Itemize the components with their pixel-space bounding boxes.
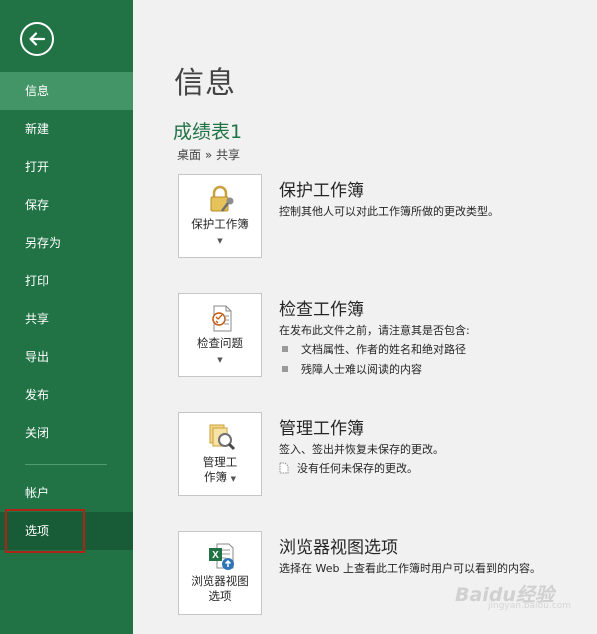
browser-view-title: 浏览器视图选项: [279, 538, 398, 558]
nav-open[interactable]: 打开: [0, 148, 133, 186]
breadcrumb: 桌面 » 共享: [177, 148, 240, 162]
inspect-document-icon: [212, 305, 232, 332]
inspect-desc: 在发布此文件之前，请注意其是否包含:: [279, 324, 470, 337]
protect-button-label: 保护工作簿: [191, 217, 249, 231]
manage-label-line2: 作簿: [203, 470, 227, 484]
nav-new[interactable]: 新建: [0, 110, 133, 148]
browser-view-label-line1: 浏览器视图: [191, 574, 249, 588]
protect-desc: 控制其他人可以对此工作簿所做的更改类型。: [279, 205, 499, 218]
document-name: 成绩表1: [173, 121, 243, 143]
browser-view-label-line2: 选项: [208, 589, 232, 603]
browser-view-desc: 选择在 Web 上查看此工作簿时用户可以看到的内容。: [279, 562, 541, 575]
manage-title: 管理工作簿: [279, 419, 364, 439]
back-arrow-icon: [29, 32, 46, 46]
back-button[interactable]: [20, 22, 54, 56]
backstage-sidebar: 信息 新建 打开 保存 另存为 打印 共享 导出 发布 关闭 帐户 选项: [0, 0, 133, 634]
watermark-url: jingyan.baidu.com: [488, 601, 572, 611]
nav-options[interactable]: 选项: [0, 512, 133, 550]
browser-view-options-button[interactable]: X 浏览器视图 选项: [178, 531, 262, 615]
nav-account[interactable]: 帐户: [0, 474, 133, 512]
manage-label-line1: 管理工: [202, 455, 238, 469]
nav-print[interactable]: 打印: [0, 262, 133, 300]
check-issues-label: 检查问题: [197, 336, 243, 350]
dropdown-caret-icon: ▼: [230, 475, 237, 483]
nav-info[interactable]: 信息: [0, 72, 133, 110]
bullet-icon: [282, 346, 288, 352]
svg-text:X: X: [212, 550, 219, 561]
manage-workbook-button[interactable]: 管理工 作簿 ▼: [178, 412, 262, 496]
nav-publish[interactable]: 发布: [0, 376, 133, 414]
dropdown-caret-icon: ▼: [217, 237, 223, 245]
nav-export[interactable]: 导出: [0, 338, 133, 376]
nav-divider: [25, 464, 107, 465]
dropdown-caret-icon: ▼: [217, 356, 223, 364]
page-title: 信息: [174, 66, 236, 101]
manage-desc: 签入、签出并恢复未保存的更改。: [279, 443, 444, 456]
lock-key-icon: [210, 185, 234, 212]
nav-close[interactable]: 关闭: [0, 414, 133, 452]
manage-versions-icon: [209, 424, 236, 451]
nav-share[interactable]: 共享: [0, 300, 133, 338]
excel-web-icon: X: [209, 543, 234, 570]
manage-note: 没有任何未保存的更改。: [279, 460, 418, 476]
nav-save-as[interactable]: 另存为: [0, 224, 133, 262]
protect-title: 保护工作簿: [279, 181, 364, 201]
protect-workbook-button[interactable]: 保护工作簿 ▼: [178, 174, 262, 258]
check-issues-button[interactable]: 检查问题 ▼: [178, 293, 262, 377]
inspect-bullet-1: 文档属性、作者的姓名和绝对路径: [282, 341, 466, 357]
document-icon: [279, 462, 289, 474]
nav-save[interactable]: 保存: [0, 186, 133, 224]
bullet-icon: [282, 366, 288, 372]
inspect-bullet-2: 残障人士难以阅读的内容: [282, 361, 422, 377]
inspect-title: 检查工作簿: [279, 300, 364, 320]
